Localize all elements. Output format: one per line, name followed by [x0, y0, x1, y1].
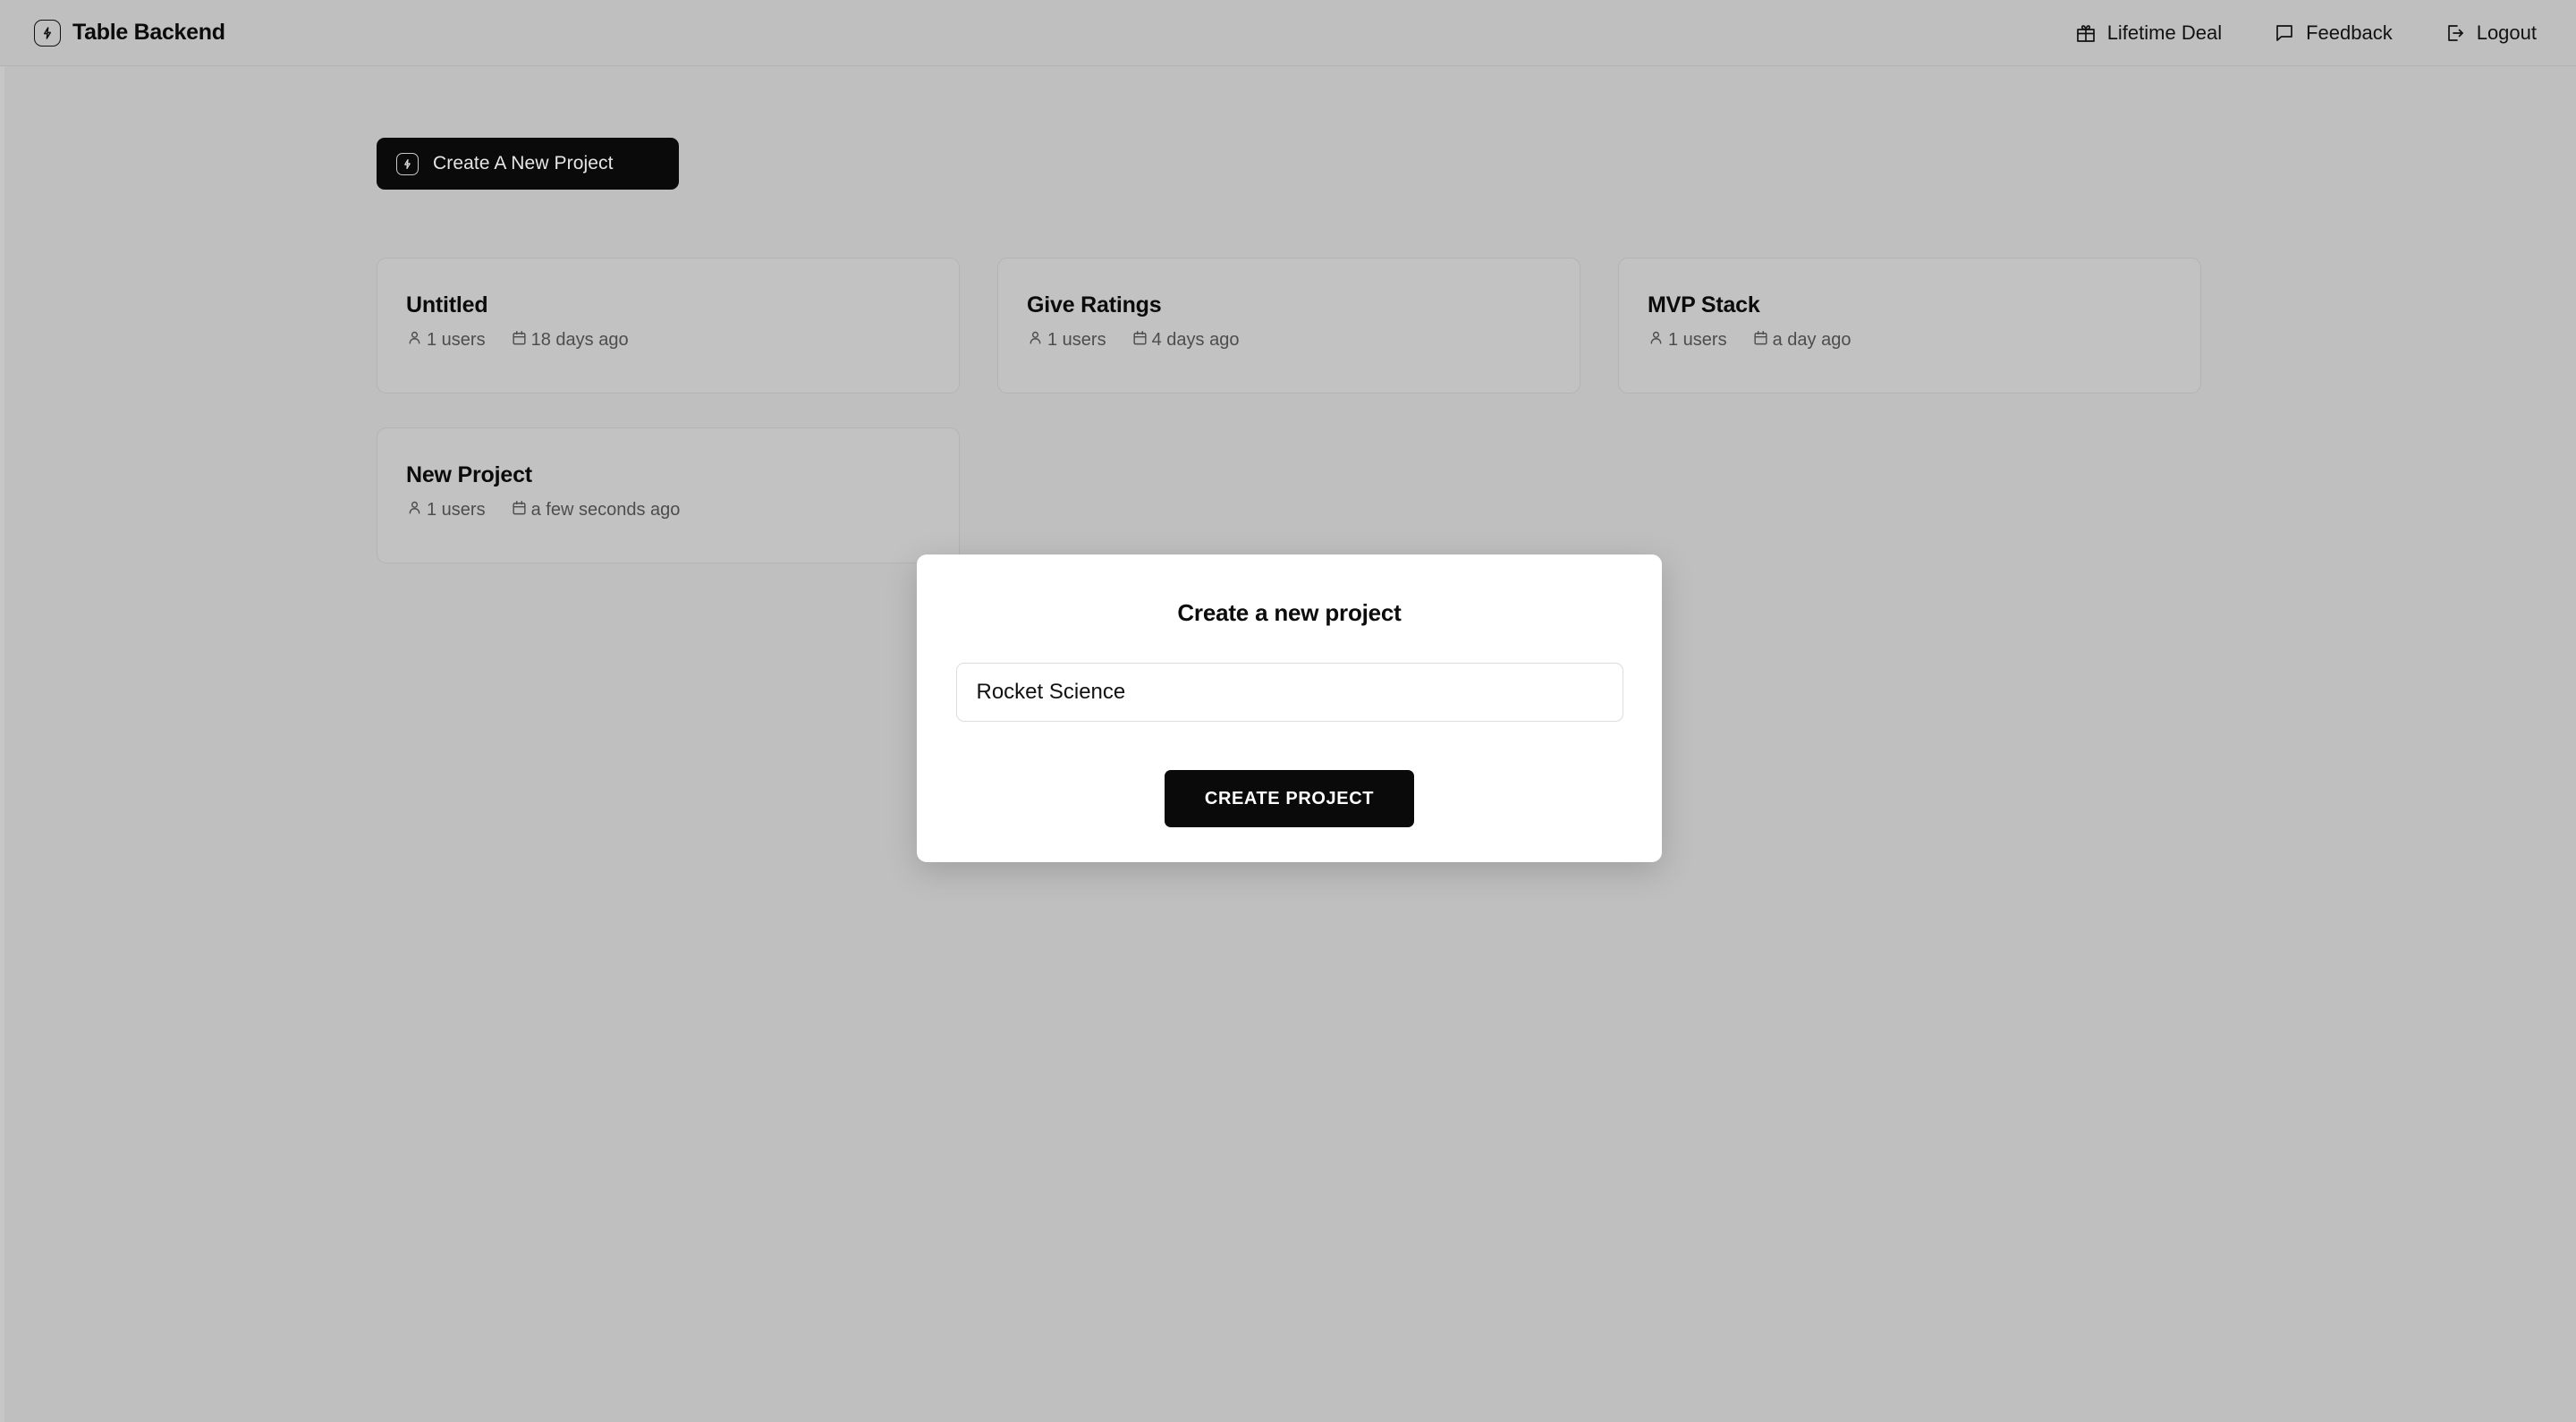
project-meta: 1 users 4 days ago	[1027, 329, 1580, 351]
project-updated-text: a day ago	[1772, 329, 1852, 350]
nav-label-logout: Logout	[2476, 21, 2537, 44]
project-users: 1 users	[1648, 329, 1727, 351]
project-users-text: 1 users	[1047, 329, 1106, 350]
project-title: MVP Stack	[1648, 292, 1760, 317]
project-users: 1 users	[406, 329, 486, 351]
create-project-submit-button[interactable]: CREATE PROJECT	[1165, 770, 1414, 827]
create-new-project-label: Create A New Project	[433, 153, 614, 174]
logout-icon	[2445, 22, 2466, 44]
project-card[interactable]: Untitled 1 users 18 days ago	[377, 258, 960, 394]
project-meta: 1 users a day ago	[1648, 329, 2200, 351]
project-meta: 1 users a few seconds ago	[406, 499, 959, 521]
left-edge-strip	[0, 0, 4, 1422]
nav-item-lifetime-deal[interactable]: Lifetime Deal	[2075, 21, 2222, 45]
calendar-icon	[511, 329, 528, 351]
person-icon	[1648, 329, 1665, 351]
project-updated-text: a few seconds ago	[530, 499, 681, 520]
modal-title: Create a new project	[1177, 599, 1402, 626]
project-users: 1 users	[406, 499, 486, 521]
person-icon	[406, 329, 423, 351]
brand[interactable]: Table Backend	[34, 19, 225, 47]
create-new-project-button[interactable]: Create A New Project	[377, 138, 679, 190]
project-updated: a few seconds ago	[511, 499, 681, 521]
project-title: Untitled	[406, 292, 488, 317]
app-header: Table Backend Lifetime Deal Feedback Log…	[0, 0, 2576, 66]
nav-label-lifetime-deal: Lifetime Deal	[2106, 21, 2223, 44]
project-grid: Untitled 1 users 18 days ago Give Rating…	[377, 258, 2201, 563]
project-name-input[interactable]	[955, 663, 1623, 722]
nav-item-feedback[interactable]: Feedback	[2274, 21, 2393, 45]
nav-label-feedback: Feedback	[2306, 21, 2393, 44]
gift-icon	[2075, 22, 2097, 44]
create-project-modal: Create a new project CREATE PROJECT	[917, 554, 1662, 862]
nav-item-logout[interactable]: Logout	[2445, 21, 2537, 45]
project-updated: 18 days ago	[511, 329, 629, 351]
brand-name: Table Backend	[72, 20, 225, 45]
calendar-icon	[1752, 329, 1769, 351]
project-users: 1 users	[1027, 329, 1106, 351]
project-updated-text: 4 days ago	[1151, 329, 1240, 350]
lightning-bolt-icon	[34, 19, 61, 47]
calendar-icon	[1131, 329, 1148, 351]
project-updated-text: 18 days ago	[530, 329, 629, 350]
project-card[interactable]: Give Ratings 1 users 4 days ago	[997, 258, 1580, 394]
project-title: New Project	[406, 462, 532, 487]
project-card[interactable]: MVP Stack 1 users a day ago	[1618, 258, 2201, 394]
project-users-text: 1 users	[427, 329, 486, 350]
person-icon	[406, 499, 423, 521]
project-users-text: 1 users	[427, 499, 486, 520]
project-users-text: 1 users	[1668, 329, 1727, 350]
project-updated: a day ago	[1752, 329, 1852, 351]
project-card[interactable]: New Project 1 users a few seconds ago	[377, 427, 960, 563]
person-icon	[1027, 329, 1044, 351]
header-nav: Lifetime Deal Feedback Logout	[2075, 21, 2546, 45]
project-updated: 4 days ago	[1131, 329, 1240, 351]
project-title: Give Ratings	[1027, 292, 1162, 317]
chat-bubble-icon	[2274, 22, 2295, 44]
project-meta: 1 users 18 days ago	[406, 329, 959, 351]
calendar-icon	[511, 499, 528, 521]
lightning-bolt-icon	[396, 152, 419, 175]
